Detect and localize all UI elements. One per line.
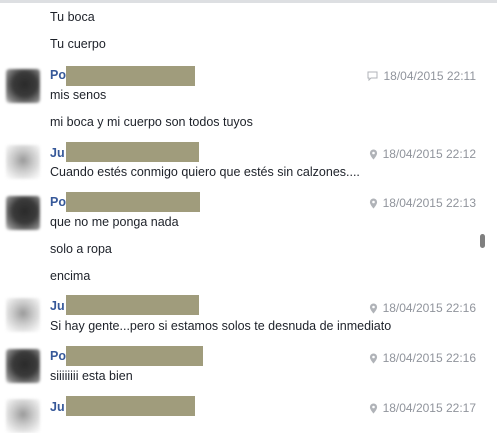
message-timestamp: 18/04/2015 22:12 <box>382 147 476 161</box>
message-meta: 18/04/2015 22:17 <box>369 401 476 415</box>
message-text: solo a ropa <box>50 242 112 256</box>
redacted-name <box>66 295 199 315</box>
message-timestamp: 18/04/2015 22:13 <box>382 196 476 210</box>
chat-bubble-icon <box>367 71 378 81</box>
message-timestamp: 18/04/2015 22:11 <box>383 69 476 83</box>
location-pin-icon <box>369 149 378 160</box>
sender-name[interactable]: Po <box>50 68 66 82</box>
message-meta: 18/04/2015 22:16 <box>369 351 476 365</box>
avatar[interactable] <box>6 69 40 103</box>
avatar[interactable] <box>6 196 40 230</box>
message-meta: 18/04/2015 22:12 <box>369 147 476 161</box>
message-text: siiiiiiii esta bien <box>50 369 133 383</box>
message-timestamp: 18/04/2015 22:16 <box>382 351 476 365</box>
message-meta: 18/04/2015 22:16 <box>369 301 476 315</box>
sender-name[interactable]: Po <box>50 349 66 363</box>
message-timestamp: 18/04/2015 22:17 <box>382 401 476 415</box>
location-pin-icon <box>369 353 378 364</box>
sender-name[interactable]: Ju <box>50 299 65 313</box>
sender-name[interactable]: Ju <box>50 400 65 414</box>
avatar[interactable] <box>6 145 40 179</box>
redacted-name <box>66 396 195 416</box>
location-pin-icon <box>369 303 378 314</box>
message-text: mis senos <box>50 88 107 102</box>
location-pin-icon <box>369 403 378 414</box>
sender-name[interactable]: Po <box>50 195 66 209</box>
message-thread[interactable]: Tu boca Tu cuerpo Po 18/04/2015 22:11 mi… <box>0 3 480 433</box>
message-meta: 18/04/2015 22:11 <box>367 69 476 83</box>
message-text: Si hay gente...pero si estamos solos te … <box>50 319 392 333</box>
redacted-name <box>66 66 195 86</box>
location-pin-icon <box>369 198 378 209</box>
avatar[interactable] <box>6 298 40 332</box>
message-text: Tu boca <box>50 10 95 24</box>
scrollbar-thumb[interactable] <box>480 234 485 248</box>
message-meta: 18/04/2015 22:13 <box>369 196 476 210</box>
sender-name[interactable]: Ju <box>50 146 65 160</box>
message-timestamp: 18/04/2015 22:16 <box>382 301 476 315</box>
redacted-name <box>66 346 203 366</box>
message-text: encima <box>50 269 91 283</box>
redacted-name <box>66 192 200 212</box>
avatar[interactable] <box>6 399 40 433</box>
message-text: Tu cuerpo <box>50 37 106 51</box>
message-text: que no me ponga nada <box>50 215 179 229</box>
avatar[interactable] <box>6 349 40 383</box>
redacted-name <box>66 142 199 162</box>
message-text: Cuando estés conmigo quiero que estés si… <box>50 165 360 179</box>
message-text: mi boca y mi cuerpo son todos tuyos <box>50 115 253 129</box>
